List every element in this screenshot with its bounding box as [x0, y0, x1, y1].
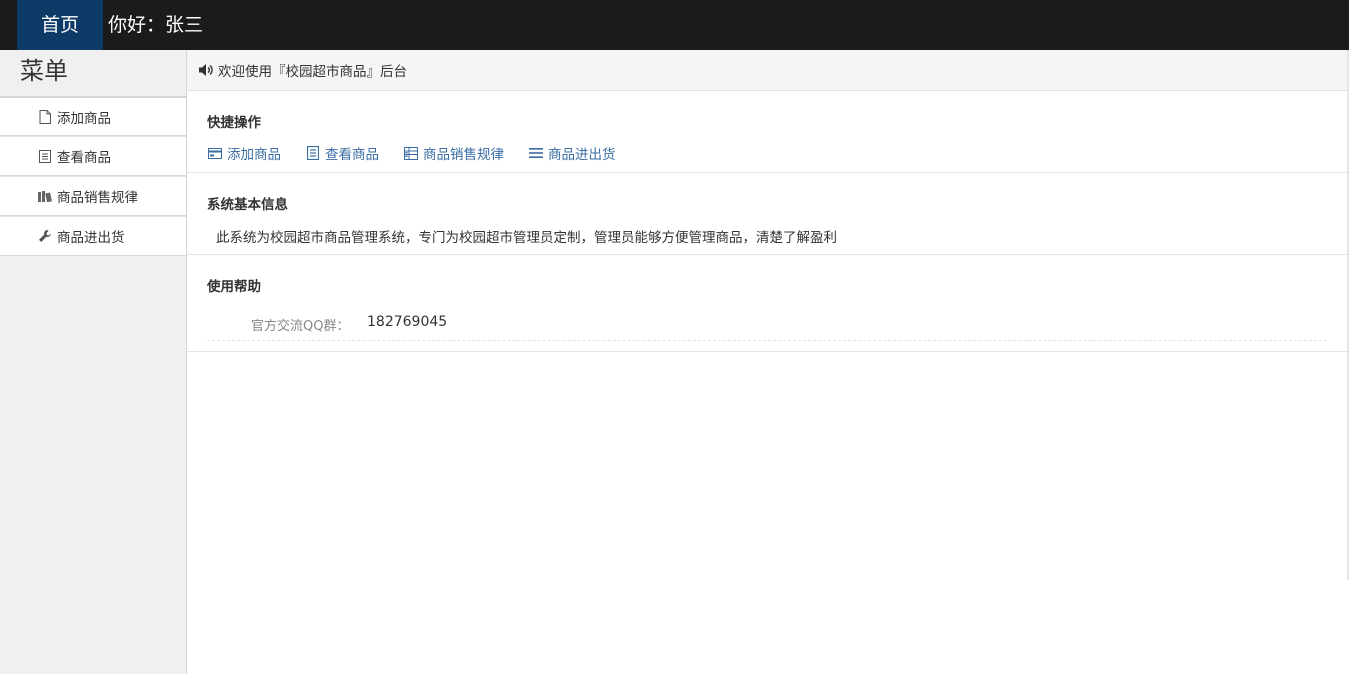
quick-actions-section: 快捷操作 添加商品 查看商品 商品销售规律 商品进出货 — [187, 91, 1347, 173]
help-section: 使用帮助 官方交流QQ群： 182769045 — [187, 255, 1347, 352]
wrench-icon — [38, 229, 52, 243]
quick-link-label: 添加商品 — [227, 147, 281, 163]
quick-actions-links: 添加商品 查看商品 商品销售规律 商品进出货 — [207, 143, 640, 163]
quick-link-label: 商品销售规律 — [423, 147, 504, 163]
help-title: 使用帮助 — [207, 279, 261, 295]
user-greeting: 你好：张三 — [108, 14, 204, 36]
quick-link-stock-in-out[interactable]: 商品进出货 — [528, 143, 616, 163]
quick-link-sales-pattern[interactable]: 商品销售规律 — [403, 143, 504, 163]
qq-group-number: 182769045 — [367, 314, 448, 330]
books-icon — [38, 189, 52, 203]
list-doc-icon — [305, 146, 320, 161]
quick-link-label: 查看商品 — [325, 147, 379, 163]
quick-link-view-products[interactable]: 查看商品 — [305, 143, 379, 163]
menu-lines-icon — [528, 146, 543, 161]
qq-group-label: 官方交流QQ群： — [251, 319, 350, 334]
sidebar-item-sales-pattern[interactable]: 商品销售规律 — [0, 176, 186, 216]
system-info-section: 系统基本信息 此系统为校园超市商品管理系统，专门为校园超市管理员定制，管理员能够… — [187, 173, 1347, 255]
table-icon — [403, 146, 418, 161]
sidebar-item-stock-in-out[interactable]: 商品进出货 — [0, 216, 186, 256]
quick-actions-title: 快捷操作 — [207, 115, 261, 131]
home-tab[interactable]: 首页 — [17, 0, 103, 50]
sidebar-item-label: 查看商品 — [57, 150, 111, 166]
quick-link-add-product[interactable]: 添加商品 — [207, 143, 281, 163]
welcome-bar: 欢迎使用『校园超市商品』后台 — [187, 50, 1347, 91]
sidebar-title: 菜单 — [20, 57, 68, 85]
card-icon — [207, 146, 222, 161]
sidebar-item-label: 商品销售规律 — [57, 190, 138, 206]
system-info-text: 此系统为校园超市商品管理系统，专门为校园超市管理员定制，管理员能够方便管理商品，… — [216, 230, 837, 246]
system-info-title: 系统基本信息 — [207, 197, 288, 213]
speaker-icon — [198, 62, 214, 78]
sidebar-item-label: 商品进出货 — [57, 230, 125, 246]
welcome-text: 欢迎使用『校园超市商品』后台 — [218, 64, 407, 80]
list-doc-icon — [38, 149, 52, 163]
sidebar-menu: 添加商品 查看商品 商品销售规律 商品进出货 — [0, 96, 186, 256]
sidebar: 菜单 添加商品 查看商品 商品销售规律 商品进出货 — [0, 50, 187, 674]
qq-group-row: 官方交流QQ群： 182769045 — [207, 311, 1327, 341]
sidebar-item-view-products[interactable]: 查看商品 — [0, 136, 186, 176]
sidebar-item-label: 添加商品 — [57, 110, 111, 127]
main-content: 欢迎使用『校园超市商品』后台 快捷操作 添加商品 查看商品 商品销售规律 商品进… — [187, 50, 1347, 674]
sidebar-item-add-product[interactable]: 添加商品 — [0, 96, 186, 136]
file-icon — [38, 109, 52, 124]
top-navbar: 首页 你好：张三 — [0, 0, 1349, 50]
quick-link-label: 商品进出货 — [548, 147, 616, 163]
